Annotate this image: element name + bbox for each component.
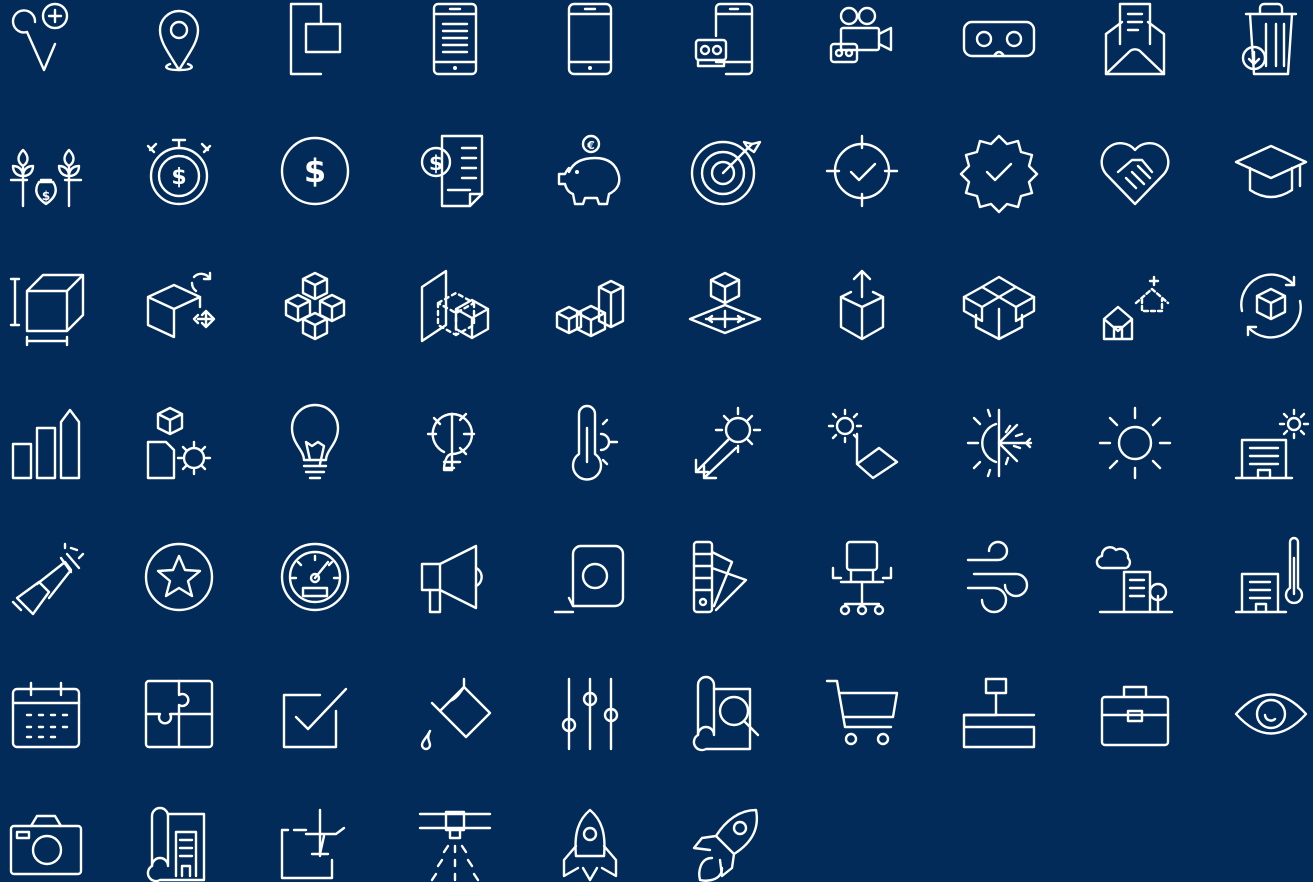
cube-transform-icon (140, 267, 218, 345)
mobile-vr-icon (686, 0, 764, 78)
sprinkler-icon (416, 806, 494, 882)
cube-document-sun-icon (140, 404, 218, 482)
cube-rotate-icon (1232, 267, 1310, 345)
verified-badge-icon (959, 132, 1039, 214)
icon-grid: $ $ $ $ € (0, 0, 1313, 882)
office-chair-icon (823, 538, 901, 616)
camera-crew-icon (823, 0, 901, 78)
paint-bucket-icon (416, 675, 494, 753)
sliders-icon (551, 675, 629, 753)
checkbox-icon (276, 675, 354, 753)
shopping-cart-icon (823, 675, 901, 753)
smartphone-icon (551, 0, 629, 78)
plane-map-icon (276, 806, 354, 882)
vr-headset-icon (960, 0, 1038, 78)
blueprint-building-icon (140, 806, 218, 882)
house-build-icon (1096, 267, 1174, 345)
cube-blocks-icon (551, 267, 629, 345)
bar-chart-icon (7, 404, 85, 482)
camera-icon (7, 806, 85, 882)
rocket-icon (551, 806, 629, 882)
mobile-document-icon (416, 0, 494, 78)
handshake-heart-icon (1096, 132, 1174, 210)
piggy-bank-icon: € (551, 132, 629, 210)
bulb-half-icon (416, 404, 494, 482)
sun-icon (1096, 404, 1174, 482)
calendar-icon (7, 675, 85, 753)
cube-dimensions-icon (7, 267, 85, 347)
open-box-icon (960, 267, 1038, 345)
location-add-icon (7, 0, 85, 78)
svg-text:$: $ (171, 165, 186, 190)
invoice-icon: $ (416, 132, 494, 210)
party-popper-icon (7, 538, 85, 616)
cube-upload-icon (823, 267, 901, 345)
building-thermometer-icon (1232, 536, 1310, 616)
puzzle-icon (140, 675, 218, 753)
briefcase-icon (1096, 675, 1174, 753)
graduation-cap-icon (1232, 132, 1310, 210)
megaphone-icon (416, 538, 494, 616)
sun-angle-icon (823, 404, 901, 482)
light-bulb-icon (276, 403, 354, 482)
sun-rays-icon (686, 404, 764, 482)
desk-lamp-icon (960, 675, 1038, 753)
dollar-coin-icon: $ (276, 132, 354, 210)
email-envelope-icon (1096, 0, 1174, 78)
cube-platform-icon (686, 267, 764, 345)
svg-text:€: € (586, 139, 595, 152)
responsive-screen-icon (276, 0, 354, 78)
city-tree-icon (1095, 538, 1174, 616)
target-arrow-icon (686, 132, 764, 210)
rocket-launch-icon (686, 806, 764, 882)
building-sun-icon (1232, 404, 1310, 482)
svg-text:$: $ (304, 152, 326, 190)
cube-projection-icon (416, 267, 494, 345)
map-pin-icon (140, 0, 218, 78)
money-growth-icon: $ (7, 132, 85, 210)
blueprint-search-icon (686, 675, 764, 753)
trash-download-icon (1232, 0, 1310, 78)
tape-measure-icon (551, 538, 629, 616)
wind-icon (960, 538, 1038, 616)
star-circle-icon (140, 538, 218, 616)
stopwatch-dollar-icon: $ (140, 132, 218, 210)
svg-text:$: $ (42, 189, 50, 203)
eye-icon (1232, 675, 1310, 753)
sun-snow-icon (960, 404, 1038, 482)
color-swatches-icon (686, 538, 764, 616)
thermometer-sun-icon (551, 404, 629, 482)
svg-text:$: $ (429, 151, 443, 175)
crosshair-check-icon (823, 132, 901, 210)
cube-cluster-icon (276, 267, 354, 345)
speedometer-icon (276, 538, 354, 616)
